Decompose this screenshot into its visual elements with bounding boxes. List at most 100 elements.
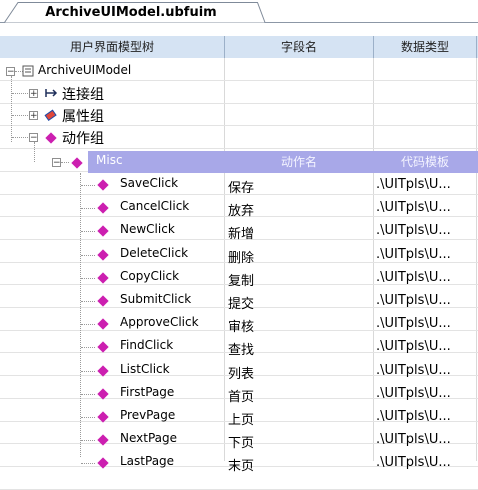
tab-title: ArchiveUIModel.ubfuim (45, 5, 217, 20)
action-diamond-icon (97, 341, 109, 354)
tree-node-root[interactable]: − ArchiveUIModel (0, 60, 478, 82)
tree-connector (12, 137, 28, 139)
action-template-cell[interactable]: .\UITpls\U... (376, 432, 451, 447)
action-label-cell[interactable]: 查找 (228, 339, 254, 358)
misc-col-actionname: 动作名 (280, 155, 317, 169)
action-label-cell[interactable]: 提交 (228, 293, 254, 312)
action-template-cell[interactable]: .\UITpls\U... (376, 339, 451, 354)
action-template-cell[interactable]: .\UITpls\U... (376, 223, 451, 238)
action-row[interactable]: FirstPage 首页 .\UITpls\U... (0, 382, 478, 405)
action-diamond-icon (97, 388, 109, 400)
tree-node-action-group[interactable]: − 动作组 (0, 126, 478, 148)
action-diamond-icon (97, 179, 109, 191)
tree-connector (81, 324, 95, 326)
action-diamond-icon (97, 411, 109, 423)
tree-connector (81, 231, 95, 233)
tree-node-connect-group[interactable]: + 连接组 (0, 82, 478, 104)
action-diamond-icon (45, 132, 57, 144)
action-template-cell[interactable]: .\UITpls\U... (376, 455, 451, 470)
action-row[interactable]: CopyClick 复制 .\UITpls\U... (0, 266, 478, 289)
action-row[interactable]: PrevPage 上页 .\UITpls\U... (0, 405, 478, 428)
connector-icon (45, 89, 58, 97)
action-label-cell[interactable]: 放弃 (228, 200, 254, 219)
action-label-cell[interactable]: 保存 (228, 177, 254, 196)
tree-connector (81, 208, 95, 210)
action-label-cell[interactable]: 末页 (228, 455, 254, 474)
action-name: CopyClick (120, 268, 180, 283)
action-diamond-icon (71, 157, 83, 169)
action-row[interactable]: LastPage 末页 .\UITpls\U... (0, 451, 478, 474)
tree-connector (81, 347, 95, 349)
action-label-cell[interactable]: 复制 (228, 270, 254, 289)
action-row[interactable]: DeleteClick 删除 .\UITpls\U... (0, 243, 478, 266)
tree-connector (81, 417, 95, 419)
tree-connector (81, 393, 95, 396)
tree-connector (81, 463, 95, 465)
action-name: NewClick (120, 222, 175, 237)
tree-connector (81, 254, 95, 257)
tree-node-property-group[interactable]: + 属性组 (0, 104, 478, 126)
grid-row-line (0, 148, 478, 150)
action-template-cell[interactable]: .\UITpls\U... (376, 293, 451, 308)
action-diamond-icon (97, 272, 109, 284)
action-row[interactable]: FindClick 查找 .\UITpls\U... (0, 335, 478, 358)
editor-tabstrip: ArchiveUIModel.ubfuim (0, 0, 478, 23)
action-name: DeleteClick (120, 245, 189, 260)
action-diamond-icon (97, 457, 109, 470)
group-label-action: 动作组 (62, 131, 104, 147)
action-template-cell[interactable]: .\UITpls\U... (376, 247, 451, 262)
action-template-cell[interactable]: .\UITpls\U... (376, 409, 451, 424)
action-diamond-icon (97, 225, 109, 238)
action-label-cell[interactable]: 新增 (228, 223, 254, 242)
action-label-cell[interactable]: 上页 (228, 409, 254, 428)
column-header-fieldname[interactable]: 字段名 (225, 36, 374, 59)
action-row[interactable]: SaveClick 保存 .\UITpls\U... (0, 173, 478, 196)
action-label-cell[interactable]: 列表 (228, 363, 254, 382)
action-row[interactable]: NextPage 下页 .\UITpls\U... (0, 428, 478, 451)
tree-connector (61, 162, 69, 164)
action-template-cell[interactable]: .\UITpls\U... (376, 386, 451, 401)
collapse-toggle-icon[interactable]: − (52, 158, 61, 168)
action-row[interactable]: ListClick 列表 .\UITpls\U... (0, 359, 478, 382)
expand-toggle-icon[interactable]: + (29, 89, 38, 99)
action-diamond-icon (97, 318, 109, 330)
tree-connector (81, 370, 95, 373)
action-label-cell[interactable]: 首页 (228, 386, 254, 405)
action-diamond-icon (97, 434, 109, 446)
action-diamond-icon (97, 364, 109, 377)
collapse-toggle-icon[interactable]: − (6, 67, 15, 77)
action-label-cell[interactable]: 下页 (228, 432, 254, 451)
tree-connector (81, 185, 95, 187)
expand-toggle-icon[interactable]: + (29, 111, 38, 121)
action-name: LastPage (120, 454, 175, 469)
misc-label: Misc (96, 153, 123, 167)
action-name: NextPage (120, 431, 178, 446)
action-row[interactable]: NewClick 新增 .\UITpls\U... (0, 219, 478, 242)
action-label-cell[interactable]: 审核 (228, 316, 254, 335)
action-name: CancelClick (120, 199, 190, 214)
action-diamond-icon (97, 248, 109, 261)
collapse-toggle-icon[interactable]: − (29, 133, 38, 143)
group-label-connect: 连接组 (62, 87, 104, 103)
action-template-cell[interactable]: .\UITpls\U... (376, 200, 451, 215)
action-template-cell[interactable]: .\UITpls\U... (376, 363, 451, 378)
action-template-cell[interactable]: .\UITpls\U... (376, 316, 451, 331)
tab-archiveuimodel[interactable]: ArchiveUIModel.ubfuim (4, 2, 266, 23)
tree-connector (12, 93, 28, 95)
tree-connector (81, 277, 95, 280)
action-template-cell[interactable]: .\UITpls\U... (376, 270, 451, 285)
action-row[interactable]: SubmitClick 提交 .\UITpls\U... (0, 289, 478, 312)
action-template-cell[interactable]: .\UITpls\U... (376, 177, 451, 192)
ui-model-icon (22, 65, 34, 77)
action-label-cell[interactable]: 删除 (228, 247, 254, 266)
action-name: SaveClick (120, 176, 179, 190)
action-name: SubmitClick (120, 292, 192, 306)
action-row[interactable]: ApproveClick 审核 .\UITpls\U... (0, 312, 478, 335)
misc-col-codetemplate: 代码模板 (400, 155, 449, 169)
action-diamond-icon (97, 295, 109, 307)
action-name: ApproveClick (120, 315, 199, 330)
action-row[interactable]: CancelClick 放弃 .\UITpls\U... (0, 196, 478, 219)
column-header-tree[interactable]: 用户界面模型树 (0, 36, 225, 59)
action-name: FirstPage (120, 384, 175, 399)
column-header-datatype[interactable]: 数据类型 (374, 36, 477, 59)
